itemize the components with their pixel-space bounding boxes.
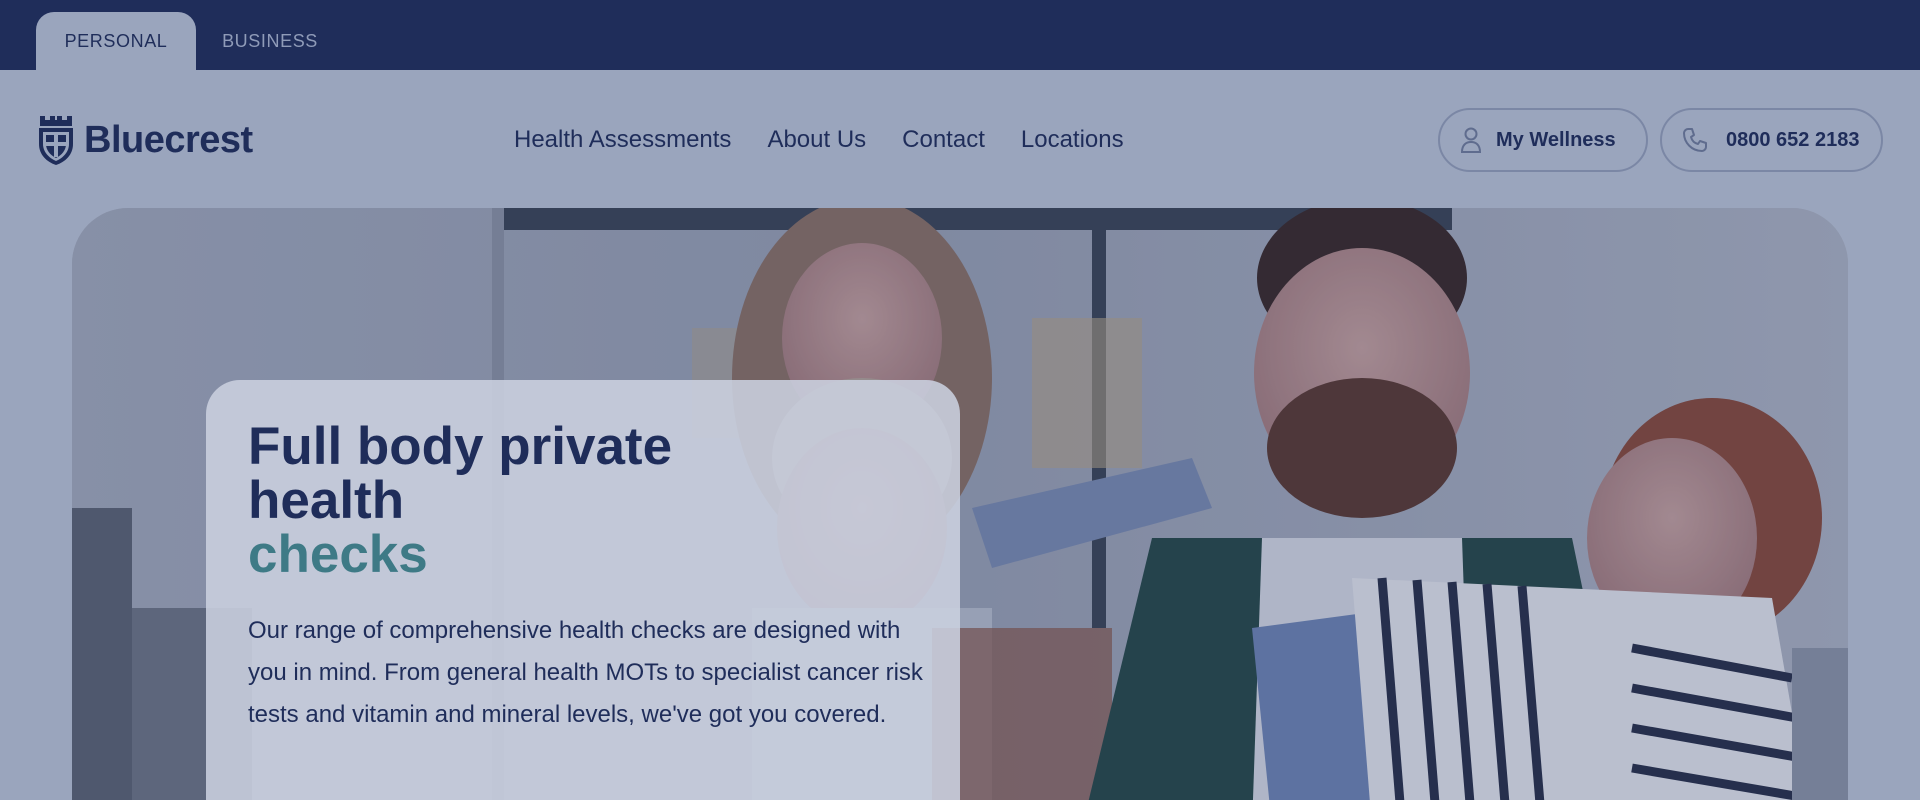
nav-locations[interactable]: Locations xyxy=(1021,126,1124,154)
hero-title-line-2: health xyxy=(248,471,405,530)
nav-about-us[interactable]: About Us xyxy=(767,126,866,154)
hero-title-line-1: Full body private xyxy=(248,417,673,476)
brand-logo[interactable]: Bluecrest xyxy=(36,114,253,166)
my-wellness-button[interactable]: My Wellness xyxy=(1438,108,1648,172)
hero-title-accent: checks xyxy=(248,525,428,584)
phone-button[interactable]: 0800 652 2183 xyxy=(1660,108,1883,172)
segment-bar: PERSONAL BUSINESS xyxy=(0,0,1920,70)
shield-cross-icon xyxy=(39,116,73,165)
tab-business[interactable]: BUSINESS xyxy=(210,12,330,70)
phone-number: 0800 652 2183 xyxy=(1726,128,1860,151)
phone-icon xyxy=(1683,128,1707,152)
my-wellness-label: My Wellness xyxy=(1496,128,1616,151)
hero-description: Our range of comprehensive health checks… xyxy=(248,617,923,728)
hero-title: Full body private health checks xyxy=(248,420,868,582)
nav-health-assessments[interactable]: Health Assessments xyxy=(514,126,731,154)
site-header: Bluecrest Health Assessments About Us Co… xyxy=(0,70,1920,208)
nav-contact[interactable]: Contact xyxy=(902,126,985,154)
user-icon xyxy=(1460,127,1482,153)
main-navigation: Health Assessments About Us Contact Loca… xyxy=(514,122,1124,158)
tab-personal[interactable]: PERSONAL xyxy=(36,12,196,70)
brand-name: Bluecrest xyxy=(84,118,253,161)
